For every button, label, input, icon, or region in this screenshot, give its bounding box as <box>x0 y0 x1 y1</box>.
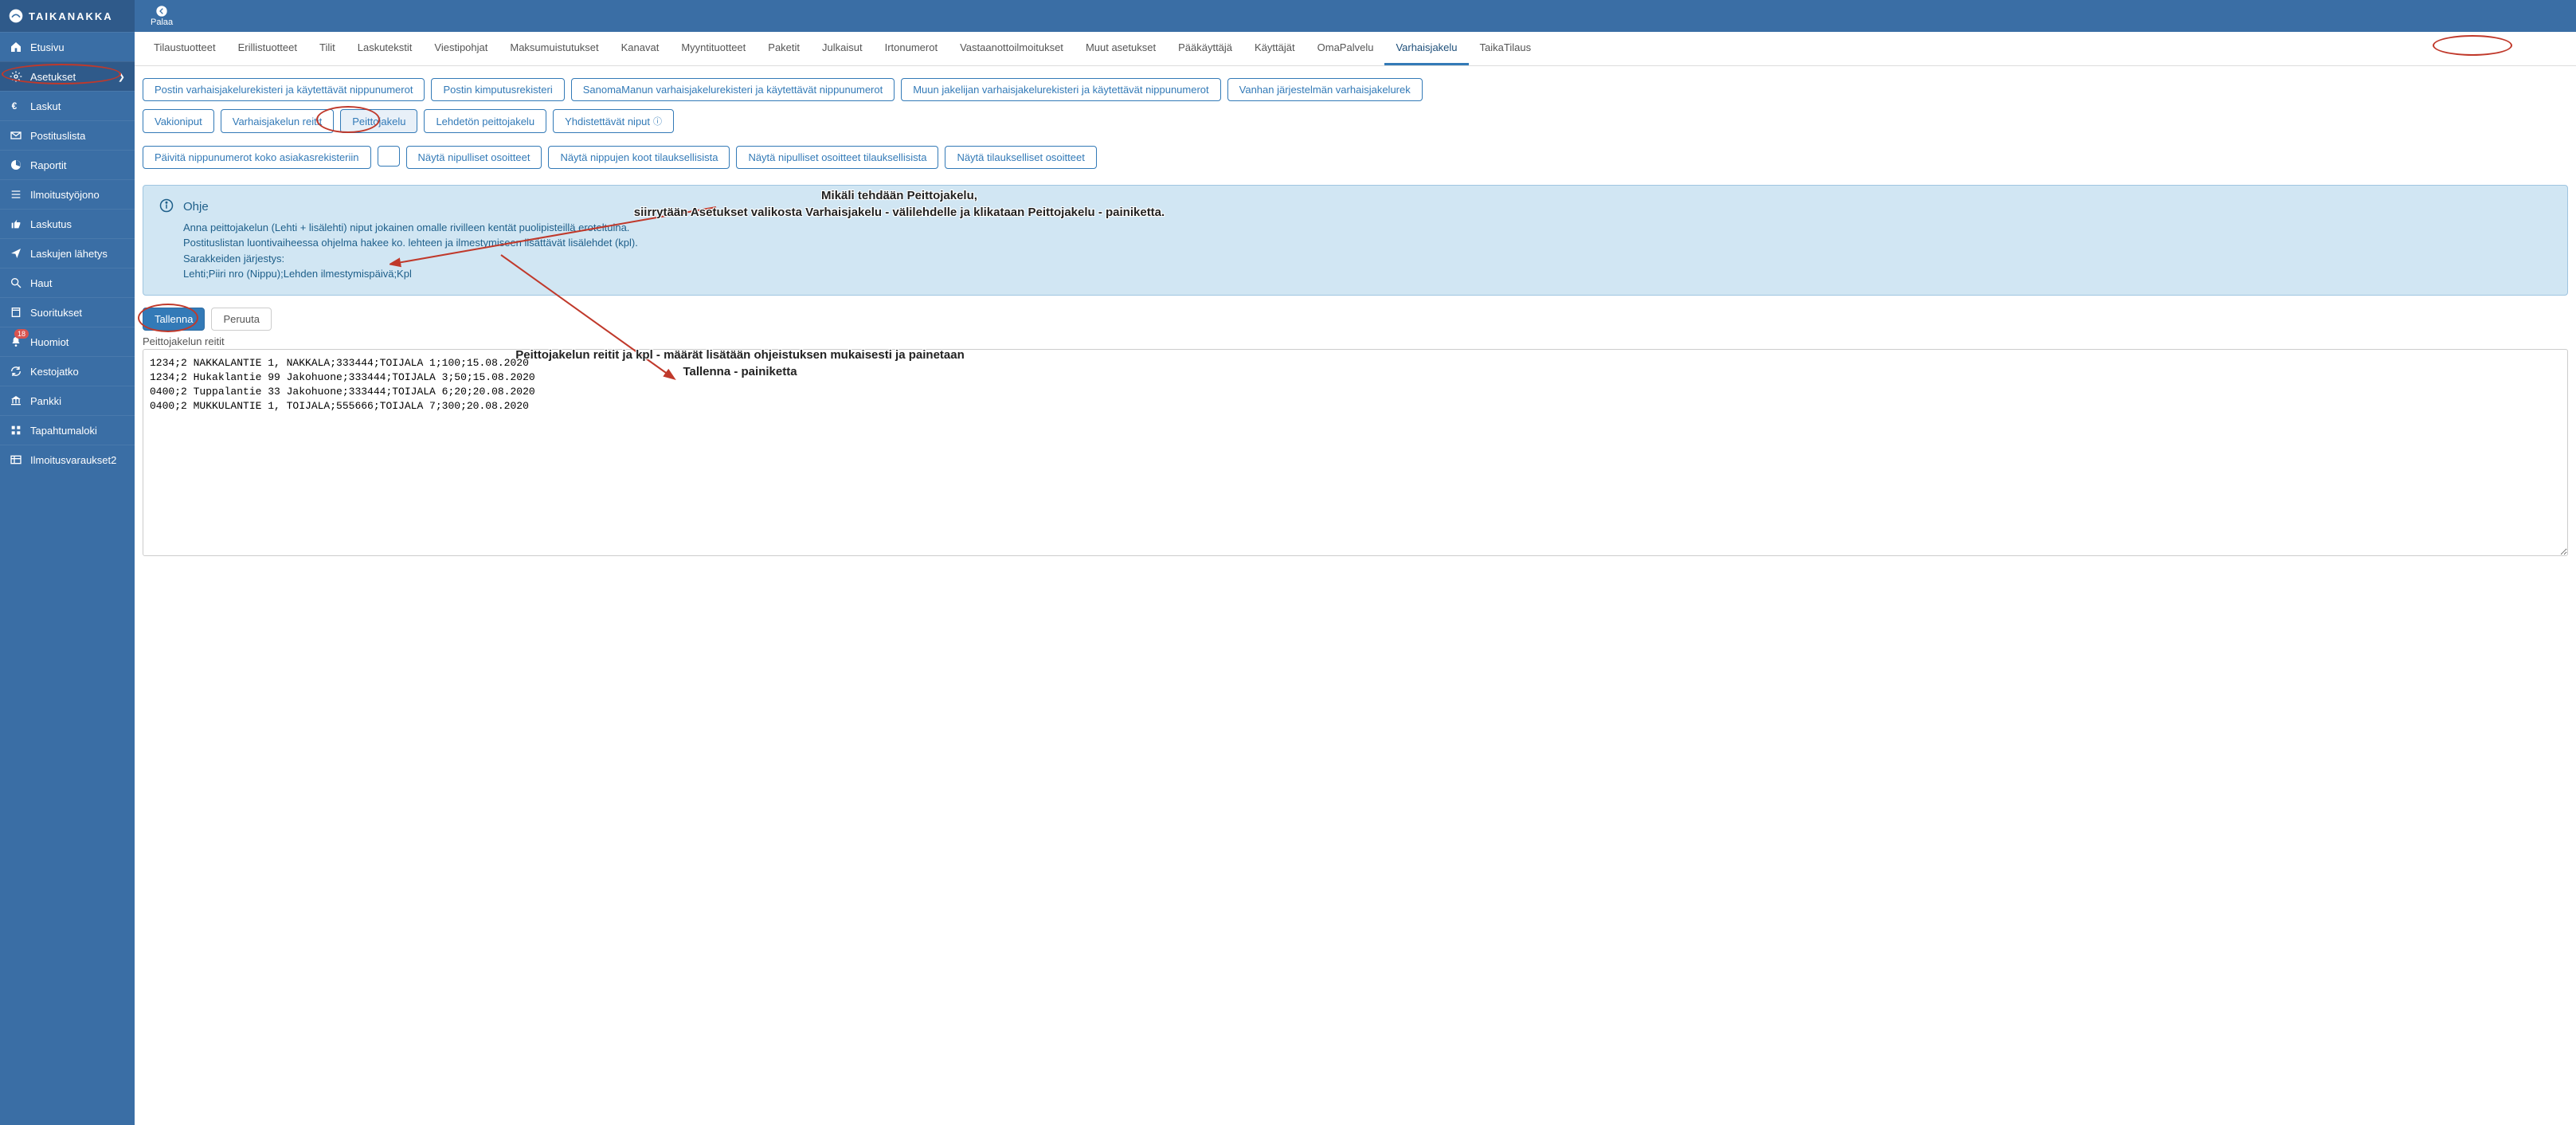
pill-button[interactable]: Peittojakelu <box>340 109 417 133</box>
sidebar-item-perf[interactable]: Suoritukset <box>0 297 135 327</box>
sidebar-item-send[interactable]: Laskujen lähetys <box>0 238 135 268</box>
pill-button[interactable]: Postin kimputusrekisteri <box>431 78 564 101</box>
sidebar-item-home[interactable]: Etusivu <box>0 32 135 61</box>
pill-button[interactable]: SanomaManun varhaisjakelurekisteri ja kä… <box>571 78 895 101</box>
back-label: Palaa <box>151 18 173 27</box>
svg-text:€: € <box>12 100 18 112</box>
info-line: Postituslistan luontivaiheessa ohjelma h… <box>183 235 638 251</box>
sidebar-item-reports[interactable]: Raportit <box>0 150 135 179</box>
pill-button[interactable]: Muun jakelijan varhaisjakelurekisteri ja… <box>901 78 1220 101</box>
tabs-row: TilaustuotteetErillistuotteetTilitLaskut… <box>135 32 2576 66</box>
sidebar-item-label: Ilmoitustyöjono <box>30 189 100 201</box>
sidebar-item-label: Laskujen lähetys <box>30 248 108 260</box>
info-icon <box>159 198 174 282</box>
pill-row-3: Päivitä nippunumerot koko asiakasrekiste… <box>143 146 2568 169</box>
sidebar-item-label: Huomiot <box>30 336 69 348</box>
tab-taikatilaus[interactable]: TaikaTilaus <box>1469 32 1543 65</box>
routes-textarea[interactable] <box>143 349 2568 556</box>
sidebar-item-label: Kestojatko <box>30 366 79 378</box>
sidebar-item-label: Postituslista <box>30 130 85 142</box>
pill-row-2: Vakioniput Varhaisjakelun reititPeittojak… <box>143 109 2568 133</box>
pill-button[interactable]: Näytä nippujen koot tilauksellisista <box>548 146 730 169</box>
sidebar-item-res2[interactable]: Ilmoitusvaraukset2 <box>0 445 135 474</box>
pill-button[interactable]: Varhaisjakelun reitit <box>221 109 334 133</box>
tab-laskutekstit[interactable]: Laskutekstit <box>346 32 424 65</box>
tab-myyntituotteet[interactable]: Myyntituotteet <box>670 32 757 65</box>
sidebar-item-label: Laskutus <box>30 218 72 230</box>
save-button[interactable]: Tallenna <box>143 308 205 331</box>
info-box: Ohje Anna peittojakelun (Lehti + lisäleh… <box>143 185 2568 296</box>
pill-button[interactable]: Näytä tilaukselliset osoitteet <box>945 146 1096 169</box>
sidebar: TAIKANAKKA Etusivu Asetukset ❯ € Laskut Posti… <box>0 0 135 1125</box>
sidebar-item-label: Raportit <box>30 159 67 171</box>
tab-maksumuistutukset[interactable]: Maksumuistutukset <box>499 32 609 65</box>
badge: 18 <box>14 329 29 339</box>
sidebar-item-label: Asetukset <box>30 71 76 83</box>
tab-omapalvelu[interactable]: OmaPalvelu <box>1306 32 1385 65</box>
checkbox-small[interactable] <box>378 146 400 167</box>
sidebar-item-label: Pankki <box>30 395 61 407</box>
annotation-ellipse-tab <box>2433 35 2512 56</box>
info-line: Sarakkeiden järjestys: <box>183 251 638 267</box>
sidebar-item-renew[interactable]: Kestojatko <box>0 356 135 386</box>
sidebar-item-label: Laskut <box>30 100 61 112</box>
back-button[interactable]: Palaa <box>151 5 173 27</box>
sidebar-item-notes[interactable]: Huomiot18 <box>0 327 135 356</box>
textarea-label: Peittojakelun reitit <box>143 335 2568 347</box>
tab-tilit[interactable]: Tilit <box>308 32 346 65</box>
tab-varhaisjakelu[interactable]: Varhaisjakelu <box>1384 32 1468 65</box>
pill-button[interactable]: Vakioniput <box>143 109 214 133</box>
pill-button[interactable]: Näytä nipulliset osoitteet tilauksellisi… <box>736 146 938 169</box>
tab-pääkäyttäjä[interactable]: Pääkäyttäjä <box>1167 32 1243 65</box>
help-icon: ⓘ <box>653 115 662 127</box>
sidebar-item-billing[interactable]: Laskutus <box>0 209 135 238</box>
chevron-right-icon: ❯ <box>118 72 125 82</box>
tab-vastaanottoilmoitukset[interactable]: Vastaanottoilmoitukset <box>949 32 1075 65</box>
sidebar-item-search[interactable]: Haut <box>0 268 135 297</box>
pill-row-1: Postin varhaisjakelurekisteri ja käytett… <box>143 78 2568 101</box>
pill-button[interactable]: Vanhan järjestelmän varhaisjakelurek <box>1227 78 1423 101</box>
tab-julkaisut[interactable]: Julkaisut <box>811 32 874 65</box>
pill-button[interactable]: Lehdetön peittojakelu <box>424 109 546 133</box>
pill-button[interactable]: Näytä nipulliset osoitteet <box>406 146 542 169</box>
sidebar-item-label: Tapahtumaloki <box>30 425 97 437</box>
sidebar-item-label: Etusivu <box>30 41 65 53</box>
info-line: Anna peittojakelun (Lehti + lisälehti) n… <box>183 220 638 236</box>
tab-paketit[interactable]: Paketit <box>757 32 811 65</box>
tab-kanavat[interactable]: Kanavat <box>610 32 671 65</box>
sidebar-item-label: Haut <box>30 277 52 289</box>
pill-button[interactable]: Postin varhaisjakelurekisteri ja käytett… <box>143 78 425 101</box>
tab-tilaustuotteet[interactable]: Tilaustuotteet <box>143 32 227 65</box>
logo: TAIKANAKKA <box>0 0 135 32</box>
brand-text: TAIKANAKKA <box>29 10 113 22</box>
pill-button[interactable]: Päivitä nippunumerot koko asiakasrekiste… <box>143 146 371 169</box>
sidebar-item-settings[interactable]: Asetukset ❯ <box>0 61 135 91</box>
info-title: Ohje <box>183 198 638 217</box>
sidebar-item-queue[interactable]: Ilmoitustyöjono <box>0 179 135 209</box>
tab-viestipohjat[interactable]: Viestipohjat <box>423 32 499 65</box>
tab-irtonumerot[interactable]: Irtonumerot <box>874 32 949 65</box>
sidebar-item-invoices[interactable]: € Laskut <box>0 91 135 120</box>
cancel-button[interactable]: Peruuta <box>211 308 272 331</box>
content: Postin varhaisjakelurekisteri ja käytett… <box>135 66 2576 568</box>
tab-käyttäjät[interactable]: Käyttäjät <box>1243 32 1306 65</box>
tab-muut asetukset[interactable]: Muut asetukset <box>1075 32 1167 65</box>
sidebar-item-label: Suoritukset <box>30 307 82 319</box>
sidebar-item-mailinglist[interactable]: Postituslista <box>0 120 135 150</box>
sidebar-item-log[interactable]: Tapahtumaloki <box>0 415 135 445</box>
sidebar-item-bank[interactable]: Pankki <box>0 386 135 415</box>
sidebar-item-label: Ilmoitusvaraukset2 <box>30 454 116 466</box>
pill-button[interactable]: Yhdistettävät niputⓘ <box>553 109 674 133</box>
action-row: Tallenna Peruuta <box>143 308 2568 331</box>
topbar: Palaa <box>135 0 2576 32</box>
info-line: Lehti;Piiri nro (Nippu);Lehden ilmestymi… <box>183 266 638 282</box>
main-area: Palaa TilaustuotteetErillistuotteetTilit… <box>135 0 2576 1125</box>
tab-erillistuotteet[interactable]: Erillistuotteet <box>227 32 308 65</box>
